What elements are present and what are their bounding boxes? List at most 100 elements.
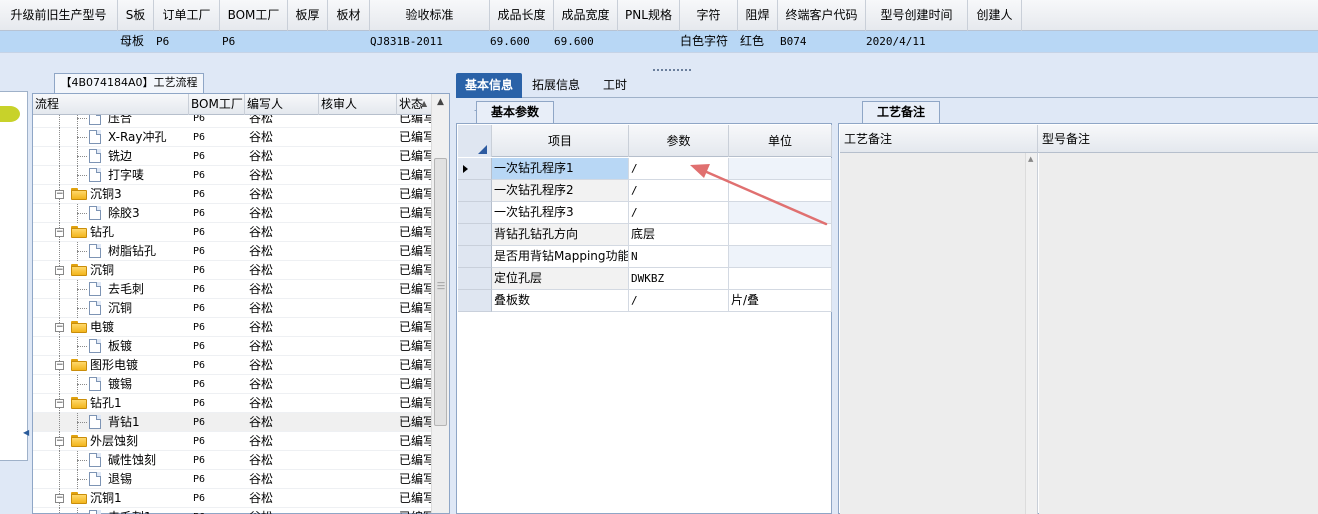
param-value[interactable]: N [629,246,729,268]
tree-row[interactable]: − 电镀 P6 谷松 已编写 [33,318,431,337]
tree-row[interactable]: − 沉铜3 P6 谷松 已编写 [33,185,431,204]
col-reviewer[interactable]: 核审人 [319,94,397,115]
param-row[interactable]: 叠板数 / 片/叠 [458,290,832,312]
param-row[interactable]: 背钻孔钻孔方向 底层 [458,224,832,246]
row-indicator[interactable] [458,180,492,202]
param-value[interactable]: / [629,202,729,224]
col-param[interactable]: 参数 [629,125,729,157]
tree-row[interactable]: 去毛刺 P6 谷松 已编写 [33,280,431,299]
param-unit[interactable] [729,202,832,224]
collapse-icon[interactable]: − [55,190,64,199]
tree-row[interactable]: 沉铜 P6 谷松 已编写 [33,299,431,318]
col-s-board[interactable]: S板 [118,0,154,31]
col-customer-code[interactable]: 终端客户代码 [778,0,866,31]
col-pnl[interactable]: PNL规格 [618,0,680,31]
row-indicator[interactable] [458,290,492,312]
param-unit[interactable] [729,180,832,202]
scroll-thumb[interactable]: — — — [434,158,447,426]
sort-asc-icon[interactable]: ▲ [421,99,427,108]
tree-row[interactable]: X-Ray冲孔 P6 谷松 已编写 [33,128,431,147]
row-indicator[interactable] [458,268,492,290]
col-unit[interactable]: 单位 [729,125,832,157]
tree-row[interactable]: − 沉铜 P6 谷松 已编写 [33,261,431,280]
col-width[interactable]: 成品宽度 [554,0,618,31]
tree-row[interactable]: − 外层蚀刻 P6 谷松 已编写 [33,432,431,451]
tree-scrollbar[interactable]: ▲ — — — [431,94,449,513]
param-value[interactable]: / [629,158,729,180]
param-value[interactable]: / [629,290,729,312]
param-value[interactable]: DWKBZ [629,268,729,290]
collapse-icon[interactable]: − [55,399,64,408]
model-remarks-memo[interactable] [1039,153,1318,514]
tree-row[interactable]: − 沉铜1 P6 谷松 已编写 [33,489,431,508]
horizontal-splitter[interactable] [0,52,1318,72]
tree-row[interactable]: 碱性蚀刻 P6 谷松 已编写 [33,451,431,470]
tree-row[interactable]: 除胶3 P6 谷松 已编写 [33,204,431,223]
tree-row[interactable]: 铣边 P6 谷松 已编写 [33,147,431,166]
col-tree-bom-factory[interactable]: BOM工厂 [189,94,245,115]
param-row[interactable]: 一次钻孔程序2/ [458,180,832,202]
col-character[interactable]: 字符 [680,0,738,31]
col-order-factory[interactable]: 订单工厂 [154,0,220,31]
param-unit[interactable] [729,158,832,180]
collapse-icon[interactable]: − [55,266,64,275]
tree-row[interactable]: 打字唛 P6 谷松 已编写 [33,166,431,185]
tree-row[interactable]: 背钻1 P6 谷松 已编写 [33,413,431,432]
row-indicator[interactable] [458,224,492,246]
param-row[interactable]: 定位孔层 DWKBZ [458,268,832,290]
tree-row[interactable]: 板镀 P6 谷松 已编写 [33,337,431,356]
process-remarks-memo[interactable]: ▲ [840,153,1038,514]
param-value[interactable]: / [629,180,729,202]
param-unit[interactable] [729,224,832,246]
collapse-icon[interactable]: − [55,228,64,237]
process-name: 镀锡 [108,377,133,391]
collapse-icon[interactable]: − [55,494,64,503]
col-process[interactable]: 流程 [33,94,189,115]
row-indicator[interactable] [458,202,492,224]
tree-row[interactable]: − 钻孔 P6 谷松 已编写 [33,223,431,242]
param-unit[interactable] [729,268,832,290]
tab-basic-info[interactable]: 基本信息 [456,73,522,98]
scroll-up-icon[interactable]: ▲ [1028,155,1033,163]
row-indicator[interactable] [458,246,492,268]
col-create-time[interactable]: 型号创建时间 [866,0,968,31]
param-unit[interactable]: 片/叠 [729,290,832,312]
speech-bubble-icon[interactable] [0,106,20,122]
scroll-up-icon[interactable]: ▲ [432,94,449,111]
order-grid-row[interactable]: 母板 P6 P6 QJ831B-2011 69.600 69.600 白色字符 … [0,31,1318,52]
collapse-icon[interactable]: − [55,323,64,332]
col-acceptance-std[interactable]: 验收标准 [370,0,490,31]
col-material[interactable]: 板材 [328,0,370,31]
tree-row[interactable]: − 钻孔1 P6 谷松 已编写 [33,394,431,413]
tab-extended-info[interactable]: 拓展信息 [524,73,588,98]
tree-row[interactable]: 压合 P6 谷松 已编写 [33,115,431,128]
col-length[interactable]: 成品长度 [490,0,554,31]
tab-basic-params[interactable]: 基本参数 [476,101,554,123]
tree-row[interactable]: 去毛刺1 P6 谷松 已编写 [33,508,431,514]
remarks-frame: 工艺备注 型号备注 ▲ [838,123,1318,514]
tree-row[interactable]: 镀锡 P6 谷松 已编写 [33,375,431,394]
col-item[interactable]: 项目 [492,125,629,157]
col-bom-factory[interactable]: BOM工厂 [220,0,288,31]
row-indicator[interactable] [458,158,492,180]
param-row[interactable]: 是否用背钻Mapping功能 N [458,246,832,268]
param-unit[interactable] [729,246,832,268]
col-creator[interactable]: 创建人 [968,0,1022,31]
tab-work-hours[interactable]: 工时 [592,73,638,98]
col-writer[interactable]: 编写人 [245,94,319,115]
col-thickness[interactable]: 板厚 [288,0,328,31]
side-panel-grip-icon[interactable]: ◀ [23,428,29,438]
col-solder-mask[interactable]: 阻焊 [738,0,778,31]
param-row[interactable]: 一次钻孔程序3/ [458,202,832,224]
memo-scrollbar[interactable]: ▲ [1025,153,1037,514]
tree-row[interactable]: 退锡 P6 谷松 已编写 [33,470,431,489]
tree-row[interactable]: − 图形电镀 P6 谷松 已编写 [33,356,431,375]
collapse-icon[interactable]: − [55,437,64,446]
param-row[interactable]: 一次钻孔程序1/ [458,158,832,180]
param-value[interactable]: 底层 [629,224,729,246]
collapse-icon[interactable]: − [55,361,64,370]
col-old-model[interactable]: 升级前旧生产型号 [0,0,118,31]
tab-process-remarks[interactable]: 工艺备注 [862,101,940,123]
tree-connector [77,460,87,461]
tree-row[interactable]: 树脂钻孔 P6 谷松 已编写 [33,242,431,261]
